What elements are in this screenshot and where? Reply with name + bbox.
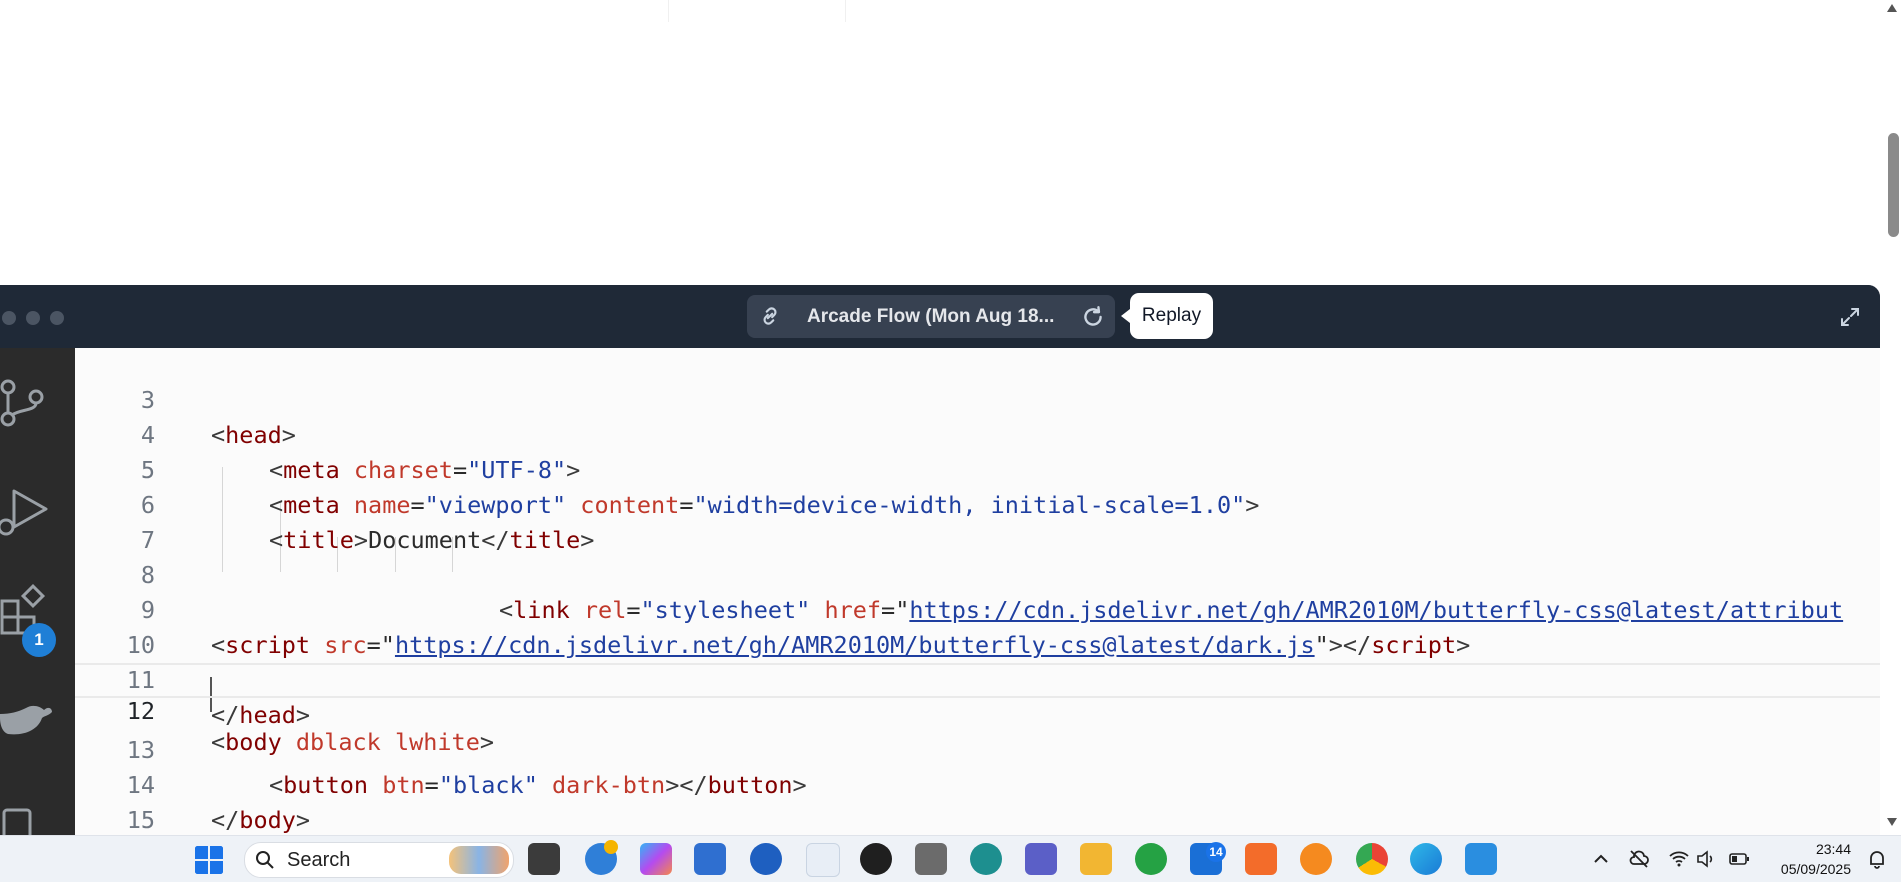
- whatsapp-icon[interactable]: [1135, 843, 1167, 875]
- chrome-icon[interactable]: [1356, 843, 1388, 875]
- source-control-icon[interactable]: [0, 373, 56, 429]
- code-line[interactable]: 9 <script src="https://cdn.jsdelivr.net/…: [75, 558, 1880, 659]
- hp-icon[interactable]: [750, 843, 782, 875]
- notification-dot: [604, 840, 618, 854]
- docker-whale-icon[interactable]: [0, 688, 56, 744]
- code-line[interactable]: 13 <button btn="black" dark-btn></button…: [75, 698, 1880, 799]
- font-app-icon[interactable]: [915, 843, 947, 875]
- fullscreen-icon[interactable]: [1838, 305, 1862, 329]
- notification-bell-icon[interactable]: [1866, 848, 1888, 870]
- code-line[interactable]: 15 </html>: [75, 768, 1880, 834]
- teams-badge: 14: [1206, 842, 1226, 862]
- search-label: Search: [287, 849, 351, 871]
- search-highlight-image: [449, 846, 509, 874]
- code-line[interactable]: 6 <title>Document</title>: [75, 453, 1880, 554]
- code-line[interactable]: 7: [75, 488, 1880, 554]
- github-icon[interactable]: [860, 843, 892, 875]
- code-line-current[interactable]: 12 <body dblack lwhite>: [75, 663, 1880, 756]
- search-icon: [256, 851, 274, 869]
- windows-start-icon[interactable]: [194, 845, 224, 875]
- windows-taskbar: Search 14 23:44 05/09/2025: [0, 835, 1901, 882]
- code-text: </body>: [211, 806, 311, 834]
- page-scrollbar[interactable]: [1884, 0, 1901, 835]
- chevron-up-icon[interactable]: [1590, 848, 1612, 870]
- page-background: [0, 0, 1884, 285]
- reload-icon[interactable]: [1080, 304, 1106, 330]
- code-line[interactable]: 14 </body>: [75, 733, 1880, 834]
- clock-date: 05/09/2025: [1780, 861, 1851, 877]
- scroll-down-icon[interactable]: [1887, 818, 1897, 826]
- copilot-icon[interactable]: [640, 843, 672, 875]
- scroll-up-icon[interactable]: [1887, 4, 1897, 12]
- vscode-icon[interactable]: [1465, 843, 1497, 875]
- extensions-badge: 1: [22, 623, 56, 657]
- taskbar-clock[interactable]: 23:44 05/09/2025: [1761, 839, 1851, 879]
- arduino-icon[interactable]: [970, 843, 1002, 875]
- teams-icon[interactable]: [1025, 843, 1057, 875]
- replay-tooltip[interactable]: Replay: [1121, 293, 1213, 339]
- vscode-activity-bar: 1: [0, 348, 75, 835]
- edge-icon[interactable]: [1410, 843, 1442, 875]
- python-file-icon[interactable]: [806, 843, 840, 877]
- code-line[interactable]: 8 <link rel="stylesheet" href="https://c…: [75, 523, 1880, 624]
- wifi-icon[interactable]: [1668, 848, 1690, 870]
- flow-title-pill: Arcade Flow (Mon Aug 18...: [747, 295, 1115, 338]
- code-line[interactable]: 5 <meta name="viewport" content="width=d…: [75, 418, 1880, 519]
- volume-icon[interactable]: [1695, 848, 1717, 870]
- code-line[interactable]: 11 </head>: [75, 628, 1880, 729]
- page-divider: [668, 0, 669, 22]
- code-line[interactable]: 4 <meta charset="UTF-8">: [75, 383, 1880, 484]
- window-dot-maximize: [50, 311, 64, 325]
- file-explorer-icon[interactable]: [1080, 843, 1112, 875]
- run-debug-icon[interactable]: [0, 483, 56, 539]
- battery-icon[interactable]: [1728, 848, 1750, 870]
- clock-time: 23:44: [1815, 841, 1851, 857]
- frame-title-bar: Arcade Flow (Mon Aug 18... Replay: [0, 285, 1880, 348]
- code-line[interactable]: 10: [75, 593, 1880, 659]
- scroll-thumb[interactable]: [1888, 133, 1899, 237]
- cloud-off-icon[interactable]: [1628, 848, 1650, 870]
- arcade-video-frame: Arcade Flow (Mon Aug 18... Replay 1 3 <h…: [0, 285, 1880, 835]
- window-dot-minimize: [26, 311, 40, 325]
- page-divider: [845, 0, 846, 22]
- code-editor[interactable]: 3 <head> 4 <meta charset="UTF-8"> 5 <met…: [75, 348, 1880, 835]
- taskbar-search[interactable]: Search: [244, 842, 514, 878]
- task-view-icon[interactable]: [528, 843, 560, 875]
- remote-explorer-icon[interactable]: [0, 798, 56, 835]
- swift-icon[interactable]: [1300, 843, 1332, 875]
- code-line[interactable]: 3 <head>: [75, 348, 1880, 449]
- flow-title: Arcade Flow (Mon Aug 18...: [807, 306, 1055, 327]
- window-dot-close: [2, 311, 16, 325]
- link-icon[interactable]: [757, 303, 783, 329]
- line-number: 15: [126, 806, 155, 834]
- store-icon[interactable]: [694, 843, 726, 875]
- xampp-icon[interactable]: [1245, 843, 1277, 875]
